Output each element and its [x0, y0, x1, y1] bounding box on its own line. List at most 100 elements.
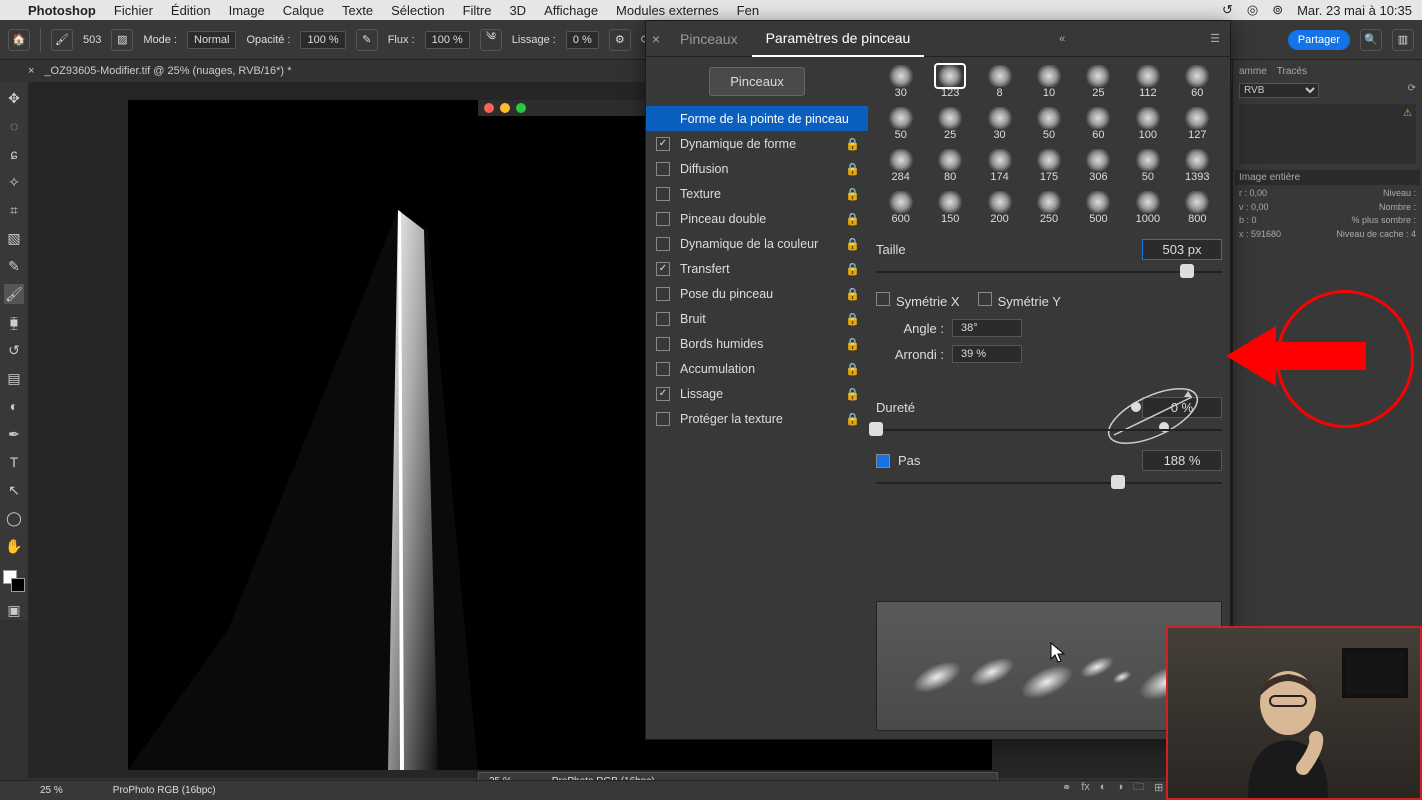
link-icon[interactable]: ⚭	[1062, 781, 1071, 794]
menu-selection[interactable]: Sélection	[391, 3, 444, 18]
brush-option-checkbox[interactable]	[656, 187, 670, 201]
pen-tool[interactable]: ✒	[4, 424, 24, 444]
brush-preset-250[interactable]: 250	[1024, 187, 1073, 229]
brush-preset-1393[interactable]: 1393	[1173, 145, 1222, 187]
brush-preset-8[interactable]: 8	[975, 61, 1024, 103]
warning-icon[interactable]: ⚠	[1403, 108, 1412, 119]
lock-icon[interactable]: 🔒	[845, 312, 860, 326]
tab-traces[interactable]: Tracés	[1277, 66, 1307, 77]
document-tab[interactable]: × _OZ93605-Modifier.tif @ 25% (nuages, R…	[28, 60, 291, 82]
menu-texte[interactable]: Texte	[342, 3, 373, 18]
search-icon[interactable]: 🔍	[1360, 29, 1382, 51]
brush-option-checkbox[interactable]	[656, 362, 670, 376]
brush-preset-174[interactable]: 174	[975, 145, 1024, 187]
lock-icon[interactable]: 🔒	[845, 187, 860, 201]
tab-parametres[interactable]: Paramètres de pinceau	[752, 21, 925, 57]
flux-input[interactable]: 100 %	[425, 31, 470, 49]
panel-collapse-icon[interactable]: «	[1049, 33, 1075, 45]
brush-preset-picker[interactable]: 🖌	[51, 29, 73, 51]
dodge-tool[interactable]: ◐	[4, 396, 24, 416]
lock-icon[interactable]: 🔒	[845, 137, 860, 151]
gradient-tool[interactable]: ▤	[4, 368, 24, 388]
lock-icon[interactable]: 🔒	[845, 212, 860, 226]
brush-preset-50[interactable]: 50	[876, 103, 925, 145]
brush-option-checkbox[interactable]	[656, 337, 670, 351]
brush-option-2[interactable]: Diffusion🔒	[646, 156, 868, 181]
brush-option-4[interactable]: Pinceau double🔒	[646, 206, 868, 231]
brush-option-7[interactable]: Pose du pinceau🔒	[646, 281, 868, 306]
brush-preset-50[interactable]: 50	[1024, 103, 1073, 145]
quickmask-icon[interactable]: ▣	[4, 600, 24, 620]
cc-icon[interactable]: ◎	[1247, 2, 1258, 18]
brush-preset-1000[interactable]: 1000	[1123, 187, 1172, 229]
brush-preset-123[interactable]: 123	[925, 61, 974, 103]
brush-preset-10[interactable]: 10	[1024, 61, 1073, 103]
panel-close-icon[interactable]: ×	[646, 31, 666, 47]
stats-header[interactable]: Image entière	[1235, 170, 1420, 185]
symetrie-y-checkbox[interactable]	[978, 292, 992, 306]
frame-tool[interactable]: ▧	[4, 228, 24, 248]
tab-histogramme[interactable]: amme	[1239, 66, 1267, 77]
menu-affichage[interactable]: Affichage	[544, 3, 598, 18]
wifi-icon[interactable]: ⊚	[1272, 2, 1283, 18]
brush-option-9[interactable]: Bords humides🔒	[646, 331, 868, 356]
new-layer-icon[interactable]: ⊞	[1154, 781, 1163, 794]
pas-slider[interactable]	[876, 475, 1222, 491]
path-tool[interactable]: ↖	[4, 480, 24, 500]
opacity-input[interactable]: 100 %	[300, 31, 345, 49]
hand-tool[interactable]: ✋	[4, 536, 24, 556]
brush-option-checkbox[interactable]	[656, 287, 670, 301]
arrondi-field[interactable]: 39 %	[952, 345, 1022, 363]
brush-preset-60[interactable]: 60	[1074, 103, 1123, 145]
menu-image[interactable]: Image	[229, 3, 265, 18]
brush-option-0[interactable]: Forme de la pointe de pinceau	[646, 106, 868, 131]
brush-option-6[interactable]: Transfert🔒	[646, 256, 868, 281]
color-swatch[interactable]	[3, 570, 25, 592]
brush-option-12[interactable]: Protéger la texture🔒	[646, 406, 868, 431]
taille-input[interactable]: 503 px	[1142, 239, 1222, 260]
menu-calque[interactable]: Calque	[283, 3, 324, 18]
brush-preset-25[interactable]: 25	[925, 103, 974, 145]
channel-select[interactable]: RVB	[1239, 83, 1319, 98]
history-brush-tool[interactable]: ↺	[4, 340, 24, 360]
sync-icon[interactable]: ↺	[1222, 2, 1233, 18]
brush-option-10[interactable]: Accumulation🔒	[646, 356, 868, 381]
type-tool[interactable]: T	[4, 452, 24, 472]
status-zoom[interactable]: 25 %	[40, 785, 63, 796]
brush-option-checkbox[interactable]	[656, 262, 670, 276]
crop-tool[interactable]: ⌗	[4, 200, 24, 220]
brush-tool[interactable]: 🖌	[4, 284, 24, 304]
lasso-tool[interactable]: ɕ	[4, 144, 24, 164]
menu-modules[interactable]: Modules externes	[616, 3, 719, 18]
share-button[interactable]: Partager	[1288, 30, 1350, 50]
brush-preset-30[interactable]: 30	[975, 103, 1024, 145]
lock-icon[interactable]: 🔒	[845, 362, 860, 376]
brush-option-8[interactable]: Bruit🔒	[646, 306, 868, 331]
lock-icon[interactable]: 🔒	[845, 387, 860, 401]
mode-select[interactable]: Normal	[187, 31, 236, 49]
brush-option-checkbox[interactable]	[656, 312, 670, 326]
brush-preset-500[interactable]: 500	[1074, 187, 1123, 229]
lock-icon[interactable]: 🔒	[845, 262, 860, 276]
menu-edition[interactable]: Édition	[171, 3, 211, 18]
shape-tool[interactable]: ◯	[4, 508, 24, 528]
window-min-icon[interactable]	[500, 103, 510, 113]
airbrush-icon[interactable]: ༄	[480, 29, 502, 51]
brush-preset-150[interactable]: 150	[925, 187, 974, 229]
lock-icon[interactable]: 🔒	[845, 237, 860, 251]
brush-panel-toggle[interactable]: ▨	[111, 29, 133, 51]
brush-preset-25[interactable]: 25	[1074, 61, 1123, 103]
folder-icon[interactable]: 🗀	[1133, 778, 1144, 797]
brush-option-11[interactable]: Lissage🔒	[646, 381, 868, 406]
tab-pinceaux[interactable]: Pinceaux	[666, 21, 752, 57]
menu-fichier[interactable]: Fichier	[114, 3, 153, 18]
brush-preset-600[interactable]: 600	[876, 187, 925, 229]
brush-preset-127[interactable]: 127	[1173, 103, 1222, 145]
brush-preset-50[interactable]: 50	[1123, 145, 1172, 187]
refresh-icon[interactable]: ⟳	[1408, 83, 1416, 94]
brush-option-checkbox[interactable]	[656, 412, 670, 426]
brush-option-1[interactable]: Dynamique de forme🔒	[646, 131, 868, 156]
lock-icon[interactable]: 🔒	[845, 287, 860, 301]
angle-field[interactable]: 38°	[952, 319, 1022, 337]
brush-option-checkbox[interactable]	[656, 212, 670, 226]
